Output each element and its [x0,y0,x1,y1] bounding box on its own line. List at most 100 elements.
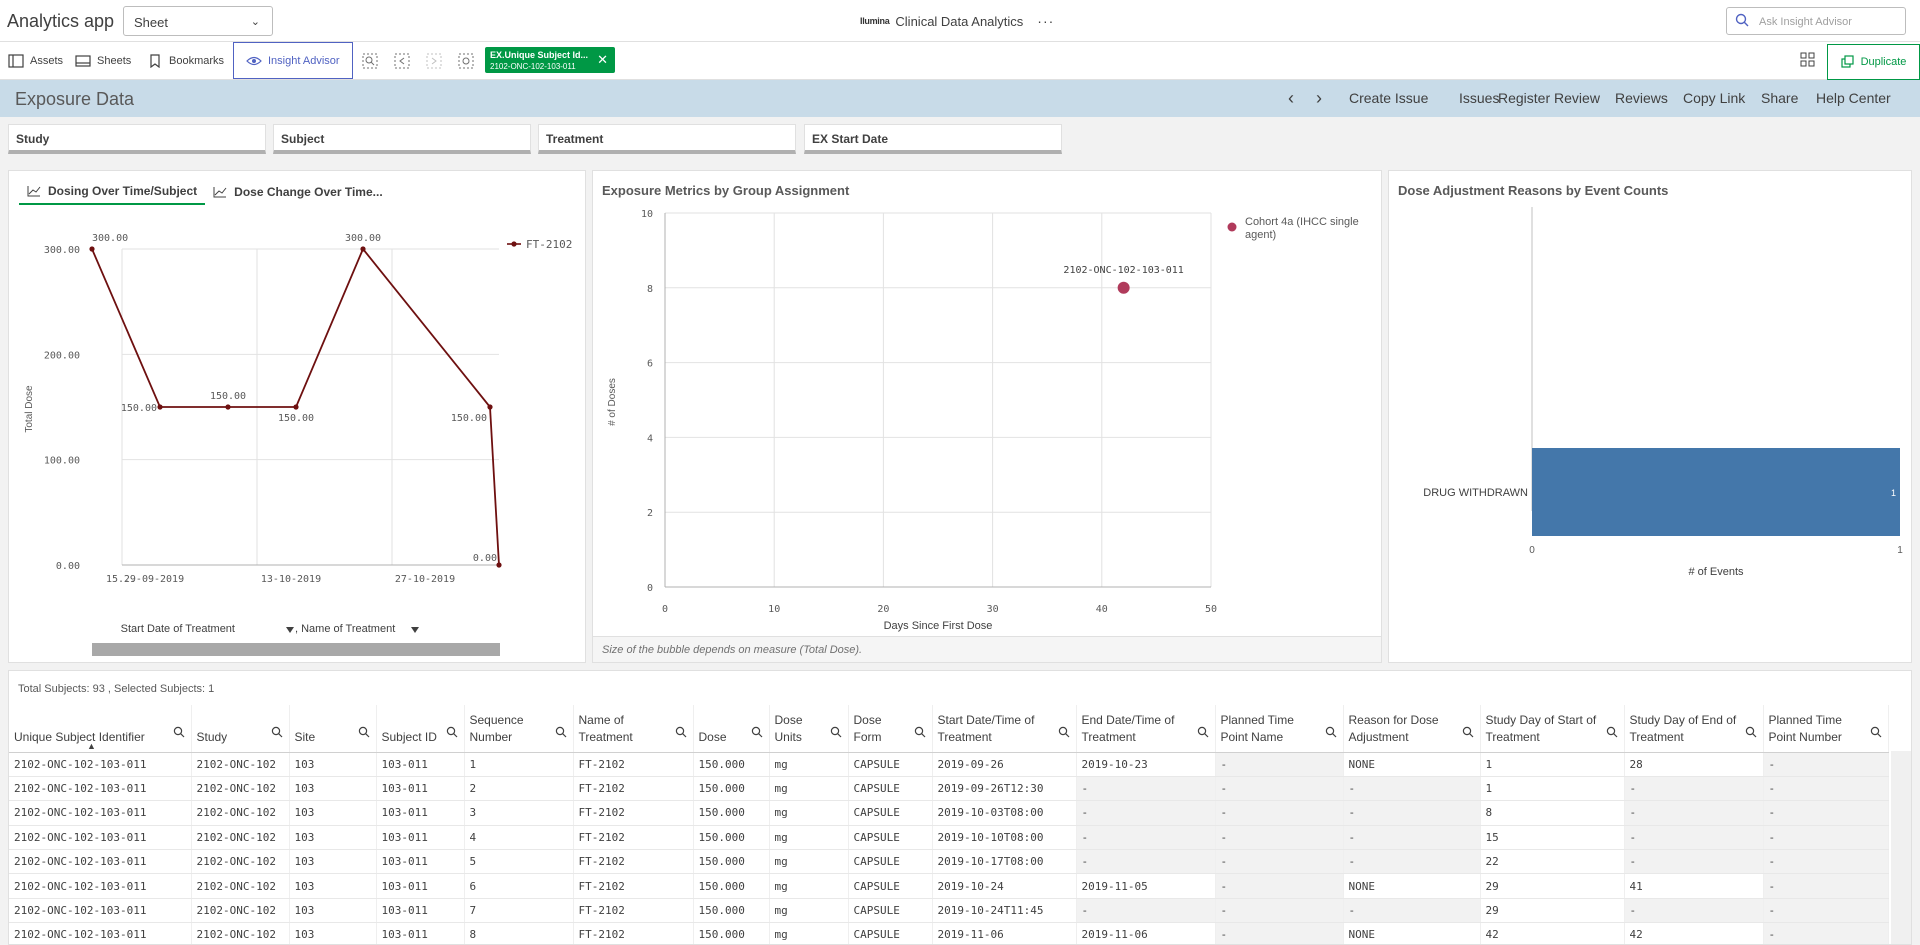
reviews-link[interactable]: Reviews [1615,90,1668,106]
step-forward-icon[interactable] [426,53,442,69]
search-icon[interactable] [1462,726,1474,738]
sheets-button[interactable]: Sheets [75,42,131,79]
sheet-select[interactable]: Sheet ⌄ [123,6,273,36]
legend-marker [1227,222,1237,232]
search-icon[interactable] [1745,726,1757,738]
table-cell: 103-011 [376,825,465,851]
table-cell: 103 [289,922,377,944]
insight-advisor-button[interactable]: Insight Advisor [233,42,353,79]
table-row[interactable]: 2102-ONC-102-103-011 2102-ONC-102 103 103-0… [9,873,1889,899]
column-header[interactable]: Study Day of Start of Treatment [1480,705,1625,753]
table-cell: mg [769,898,849,924]
column-header[interactable]: End Date/Time of Treatment [1076,705,1216,753]
issues-link[interactable]: Issues [1459,90,1499,106]
insight-advisor-icon [246,56,262,65]
search-icon[interactable] [1325,726,1337,738]
selection-chip[interactable]: EX.Unique Subject Id... 2102-ONC-102-103… [485,47,615,73]
search-icon[interactable] [271,726,283,738]
search-icon[interactable] [830,726,842,738]
more-options-icon[interactable]: ··· [1037,13,1054,29]
bubble-chart[interactable]: 0 2 4 6 8 10 0 10 20 30 40 50 Days Since First Dose #… [593,207,1381,637]
next-sheet-icon[interactable]: › [1316,88,1322,109]
column-header[interactable]: Reason for Dose Adjustment [1343,705,1481,753]
line-chart[interactable]: 0.00100.00200.00300.0015...29-09-2019 13-… [9,209,585,659]
search-icon[interactable] [914,726,926,738]
share-link[interactable]: Share [1761,90,1798,106]
filter-study[interactable]: Study [8,124,266,154]
column-header[interactable]: Start Date/Time of Treatment [932,705,1077,753]
bar-chart[interactable]: DRUG WITHDRAWN 1 0 1 # of Events [1389,207,1911,662]
search-icon[interactable] [1606,726,1618,738]
search-icon[interactable] [358,726,370,738]
previous-sheet-icon[interactable]: ‹ [1288,88,1294,109]
sheet-title: Exposure Data [15,89,135,109]
column-header[interactable]: Subject ID [376,705,465,753]
column-header-label: Unique Subject Identifier [14,729,145,744]
table-cell: 2019-11-06 [1076,922,1216,944]
data-point [89,246,95,252]
column-header[interactable]: Dose Form [848,705,933,753]
bookmarks-button[interactable]: Bookmarks [147,42,224,79]
bubble [1117,281,1130,294]
table-row[interactable]: 2102-ONC-102-103-011 2102-ONC-102 103 103-0… [9,752,1889,777]
table-row[interactable]: 2102-ONC-102-103-011 2102-ONC-102 103 103-0… [9,776,1889,802]
filter-ex-start-date[interactable]: EX Start Date [804,124,1062,154]
search-icon[interactable] [446,726,458,738]
table-cell: CAPSULE [848,849,933,875]
grid-view-icon[interactable] [1800,52,1816,68]
table-row[interactable]: 2102-ONC-102-103-011 2102-ONC-102 103 103-0… [9,800,1889,826]
create-issue-link[interactable]: Create Issue [1349,90,1428,106]
table-cell: 29 [1480,873,1625,899]
column-header[interactable]: Dose Units [769,705,849,753]
table-cell: 150.000 [693,873,770,899]
column-header[interactable]: Unique Subject Identifier ▲ [9,705,192,755]
tab-dosing-over-time[interactable]: Dosing Over Time/Subject [19,179,206,205]
data-point [487,404,493,410]
column-header[interactable]: Planned Time Point Number [1763,705,1889,753]
step-back-icon[interactable] [394,53,410,69]
chevron-down-icon: ⌄ [250,16,260,28]
column-header[interactable]: Study [191,705,290,753]
column-header[interactable]: Planned Time Point Name [1215,705,1344,753]
chart-scrollbar [92,643,500,656]
close-icon[interactable]: ✕ [597,52,608,68]
clear-selections-icon[interactable] [458,53,474,69]
table-scrollbar[interactable] [1891,751,1911,944]
data-point [157,404,163,410]
search-icon[interactable] [1870,726,1882,738]
table-cell: - [1215,800,1344,826]
assets-button[interactable]: Assets [8,42,63,79]
duplicate-button[interactable]: Duplicate [1827,44,1920,80]
column-header[interactable]: Name of Treatment [573,705,694,753]
tab-dose-change-over-time[interactable]: Dose Change Over Time... [205,179,391,205]
table-cell: FT-2102 [573,873,694,899]
table-cell: - [1624,800,1764,826]
sort-ascending-icon[interactable]: ▲ [87,738,96,755]
column-header[interactable]: Study Day of End of Treatment [1624,705,1764,753]
filter-treatment[interactable]: Treatment [538,124,796,154]
table-cell: 22 [1480,849,1625,875]
table-cell: 2102-ONC-102-103-011 [9,825,192,851]
table-row[interactable]: 2102-ONC-102-103-011 2102-ONC-102 103 103-0… [9,898,1889,924]
column-header[interactable]: Site [289,705,377,753]
table-row[interactable]: 2102-ONC-102-103-011 2102-ONC-102 103 103-0… [9,849,1889,875]
assets-label: Assets [30,54,64,67]
register-review-link[interactable]: Register Review [1498,90,1600,106]
filter-subject[interactable]: Subject [273,124,531,154]
search-icon[interactable] [1058,726,1070,738]
search-icon[interactable] [1197,726,1209,738]
search-icon[interactable] [555,726,567,738]
table-row[interactable]: 2102-ONC-102-103-011 2102-ONC-102 103 103-0… [9,825,1889,851]
search-icon[interactable] [173,726,185,738]
table-row[interactable]: 2102-ONC-102-103-011 2102-ONC-102 103 103-0… [9,922,1889,944]
column-header[interactable]: Dose [693,705,770,753]
search-icon[interactable] [751,726,763,738]
column-header[interactable]: Sequence Number [464,705,574,753]
help-center-link[interactable]: Help Center [1816,90,1891,106]
copy-link-link[interactable]: Copy Link [1683,90,1745,106]
ask-insight-advisor-input[interactable]: Ask Insight Advisor [1726,7,1906,35]
data-label: 150.00 [210,391,246,402]
smart-search-icon[interactable] [362,53,378,69]
table-cell: - [1763,922,1889,944]
search-icon[interactable] [675,726,687,738]
